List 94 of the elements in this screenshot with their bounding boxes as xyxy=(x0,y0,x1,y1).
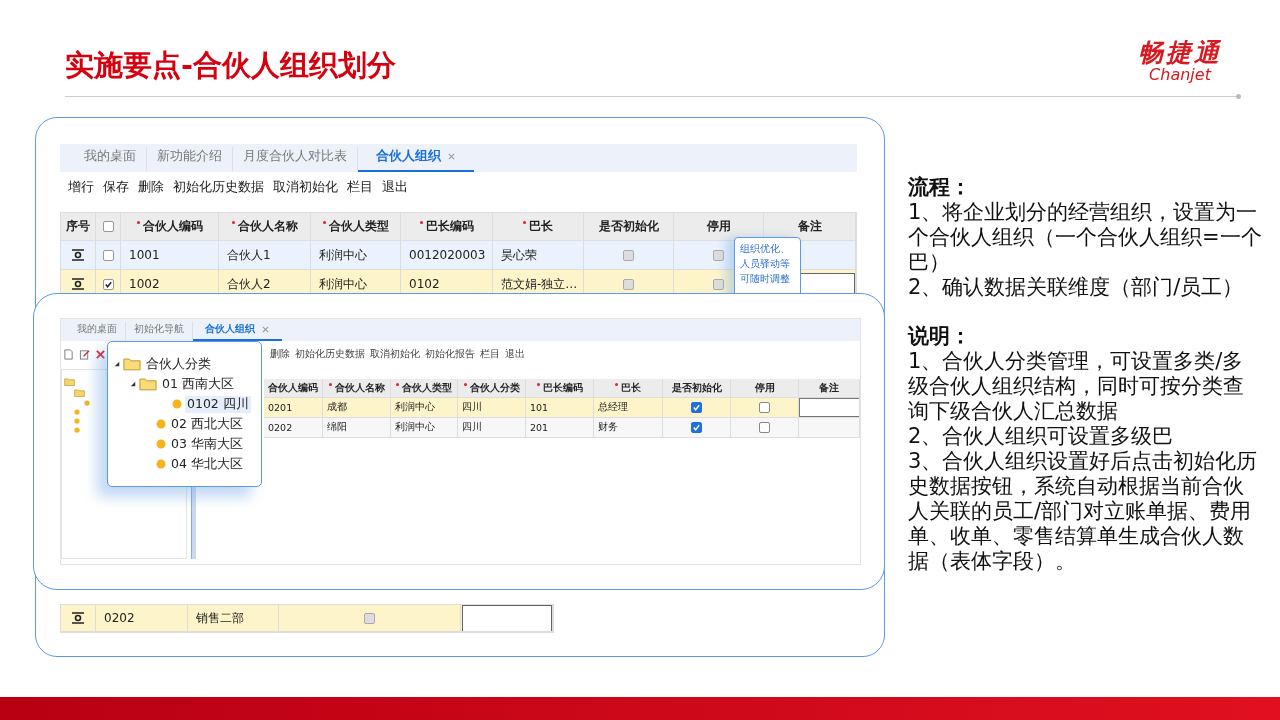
tooltip-text: 人员驿动等 xyxy=(740,257,791,271)
select-all-checkbox[interactable] xyxy=(102,221,114,232)
required-icon xyxy=(328,382,332,386)
tab[interactable]: 合伙人组织 xyxy=(358,147,474,172)
folder-icon xyxy=(123,357,141,371)
folder-icon xyxy=(74,389,85,397)
note-text: 1、合伙人分类管理，可设置多类/多级合伙人组织结构，同时可按分类查询下级合伙人汇总数据 xyxy=(908,349,1245,424)
tooltip-text: 组织优化、 xyxy=(740,242,791,256)
table-cell: 绵阳 xyxy=(323,418,391,438)
table-cell: 0202 xyxy=(96,605,188,632)
table-cell: 201 xyxy=(526,418,594,438)
table-cell: 0202 xyxy=(264,418,323,438)
note-text: 2、确认数据关联维度（部门/员工） xyxy=(908,275,1245,300)
table-cell: 销售二部 xyxy=(188,605,279,632)
note-text: 1、将企业划分的经营组织，设置为一个合伙人组织（一个合伙人组织=一个巴） xyxy=(908,200,1263,275)
logo: 畅捷通 Chanjet xyxy=(1138,40,1222,83)
required-icon xyxy=(322,221,326,224)
tree-item[interactable]: 02 西北大区 xyxy=(169,415,245,433)
toolbar-button[interactable]: 取消初始化 xyxy=(370,347,420,361)
required-icon xyxy=(419,221,423,224)
tab-label: 合伙人组织 xyxy=(376,147,441,165)
tab[interactable]: 月度合伙人对比表 xyxy=(233,147,358,172)
table-row[interactable]: 0202 绵阳 利润中心 四川 201 财务 xyxy=(264,418,860,438)
toolbar-button[interactable]: 退出 xyxy=(382,178,408,196)
tree-node-icon xyxy=(84,400,90,406)
initialized-checkbox[interactable] xyxy=(691,402,702,413)
note-text: 2、合伙人组织可设置多级巴 xyxy=(908,424,1175,449)
row-detail-icon[interactable] xyxy=(71,278,85,290)
tab-label: 新功能介绍 xyxy=(157,147,222,165)
required-icon xyxy=(523,221,526,224)
tree-item[interactable]: 03 华南大区 xyxy=(169,435,245,453)
folder-icon xyxy=(139,377,157,391)
required-icon xyxy=(136,221,140,224)
folder-icon xyxy=(64,378,75,386)
edit-icon[interactable] xyxy=(79,348,90,360)
toolbar-button[interactable]: 删除 xyxy=(138,178,164,196)
toolbar-button[interactable]: 栏目 xyxy=(347,178,373,196)
toolbar-button[interactable]: 栏目 xyxy=(480,347,500,361)
toolbar-button[interactable]: 初始化历史数据 xyxy=(295,347,365,361)
tab-label: 我的桌面 xyxy=(77,322,117,336)
close-icon[interactable] xyxy=(261,324,270,334)
table-cell: 财务 xyxy=(594,418,663,438)
table-row[interactable]: 0201 成都 利润中心 四川 101 总经理 xyxy=(264,398,860,418)
toolbar-button[interactable]: 删除 xyxy=(270,347,290,361)
table-cell: 利润中心 xyxy=(391,418,458,438)
tree-item[interactable]: 01 西南大区 xyxy=(160,375,236,393)
new-document-icon[interactable] xyxy=(63,348,74,360)
required-icon xyxy=(396,382,399,386)
tree-item[interactable]: 合伙人分类 xyxy=(144,355,213,373)
initialized-checkbox[interactable] xyxy=(623,249,634,261)
initialized-checkbox[interactable] xyxy=(691,422,702,433)
row-detail-icon[interactable] xyxy=(71,249,85,261)
row-detail-icon[interactable] xyxy=(71,612,85,624)
tree-node-icon xyxy=(156,419,166,429)
initialized-checkbox[interactable] xyxy=(623,278,634,290)
tree-node-icon xyxy=(74,427,80,433)
tree-item[interactable]: 0102 四川 xyxy=(185,395,251,413)
tab[interactable]: 新功能介绍 xyxy=(147,147,233,172)
remark-field[interactable] xyxy=(799,398,859,417)
tab-label: 初始化导航 xyxy=(134,322,184,336)
expand-arrow-icon[interactable] xyxy=(130,381,136,387)
row-checkbox[interactable] xyxy=(102,278,114,290)
tree-node-icon xyxy=(74,418,80,424)
section-heading: 流程： xyxy=(908,175,972,200)
tree-node-icon xyxy=(156,439,166,449)
required-icon xyxy=(463,382,467,386)
toolbar-button[interactable]: 初始化历史数据 xyxy=(173,178,264,196)
expand-arrow-icon[interactable] xyxy=(114,361,120,367)
note-text: 3、合伙人组织设置好后点击初始化历史数据按钮，系统自动根据当前合伙人关联的员工/部门对立账单据、费用单、收单、零售结算单生成合伙人数据（表体字段）。 xyxy=(908,449,1259,574)
tree-item[interactable]: 04 华北大区 xyxy=(169,455,245,473)
required-icon xyxy=(615,382,618,386)
slide-title: 实施要点-合伙人组织划分 xyxy=(65,47,397,84)
toolbar-button[interactable]: 保存 xyxy=(103,178,129,196)
table-cell: 四川 xyxy=(458,418,526,438)
required-icon xyxy=(231,221,235,224)
delete-icon[interactable] xyxy=(95,348,106,360)
close-icon[interactable] xyxy=(447,151,456,161)
toolbar-button[interactable]: 退出 xyxy=(505,347,525,361)
tab-label: 合伙人组织 xyxy=(205,322,255,336)
required-icon xyxy=(536,382,540,386)
tab-label: 月度合伙人对比表 xyxy=(243,147,347,165)
tree-node-icon xyxy=(156,459,166,469)
toolbar-button[interactable]: 增行 xyxy=(68,178,94,196)
tree-node-icon xyxy=(172,399,182,409)
tooltip-text: 可随时调整 xyxy=(740,272,791,286)
toolbar-button[interactable]: 取消初始化 xyxy=(273,178,338,196)
remark-field[interactable] xyxy=(462,605,552,631)
tab-label: 我的桌面 xyxy=(84,147,136,165)
table-row[interactable]: 0202 销售二部 xyxy=(60,604,554,633)
row-checkbox[interactable] xyxy=(102,249,114,261)
toolbar-button[interactable]: 初始化报告 xyxy=(425,347,475,361)
section-heading: 说明： xyxy=(908,324,972,349)
tree-node-icon xyxy=(74,409,80,415)
tab[interactable]: 我的桌面 xyxy=(74,147,147,172)
